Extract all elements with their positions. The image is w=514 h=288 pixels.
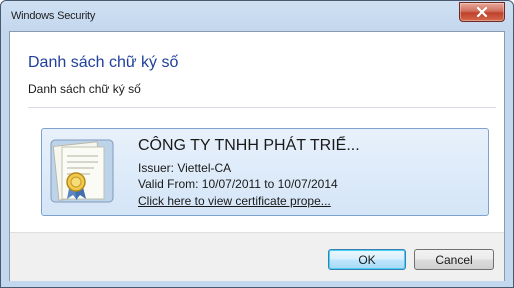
dialog-body: Danh sách chữ ký số Danh sách chữ ký số … bbox=[9, 31, 505, 281]
button-bar: OK Cancel bbox=[10, 232, 504, 281]
title-bar[interactable]: Windows Security bbox=[1, 1, 513, 31]
close-icon bbox=[476, 7, 488, 17]
certificate-issuer: Issuer: Viettel-CA bbox=[138, 161, 232, 175]
certificate-icon bbox=[50, 139, 114, 203]
close-button[interactable] bbox=[459, 2, 505, 22]
cancel-button[interactable]: Cancel bbox=[414, 249, 494, 270]
dialog-subheading: Danh sách chữ ký số bbox=[28, 82, 141, 96]
view-certificate-link[interactable]: Click here to view certificate prope... bbox=[138, 194, 331, 208]
certificate-name: CÔNG TY TNHH PHÁT TRIỂ... bbox=[138, 137, 360, 154]
window-title: Windows Security bbox=[11, 10, 96, 22]
certificate-validity: Valid From: 10/07/2011 to 10/07/2014 bbox=[138, 177, 338, 191]
divider bbox=[28, 107, 496, 108]
ok-button[interactable]: OK bbox=[328, 249, 406, 270]
security-dialog-window: Windows Security Danh sách chữ ký số Dan… bbox=[0, 0, 514, 288]
dialog-heading: Danh sách chữ ký số bbox=[28, 54, 179, 71]
certificate-tile[interactable]: CÔNG TY TNHH PHÁT TRIỂ... Issuer: Viette… bbox=[41, 128, 489, 216]
